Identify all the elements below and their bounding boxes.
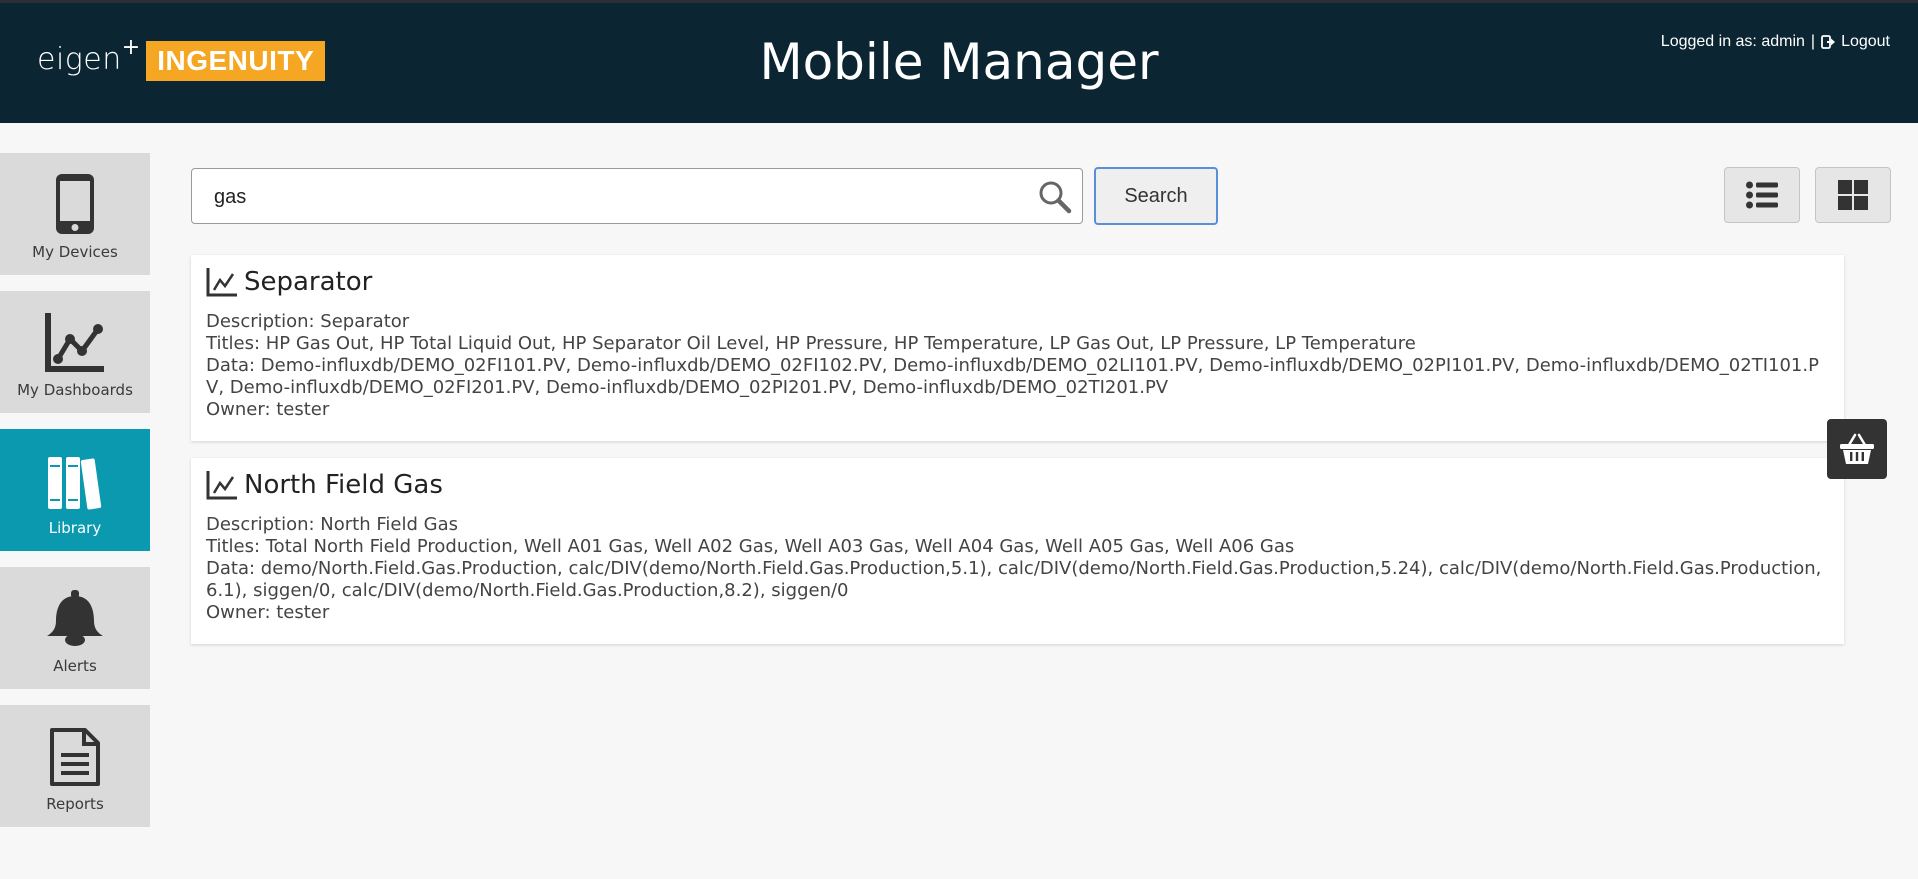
sidebar-nav: My Devices My Dashboards Library Alerts … [0,153,150,843]
sidebar-item-my-devices[interactable]: My Devices [0,153,150,275]
grid-view-button[interactable] [1815,167,1891,223]
list-icon [1746,181,1778,209]
basket-icon [1840,433,1874,464]
books-icon [46,455,104,511]
search-button[interactable]: Search [1094,167,1218,225]
bell-icon [44,589,106,649]
sidebar-item-label: Reports [46,795,104,813]
search-icon[interactable] [1038,180,1072,218]
logout-link[interactable]: Logout [1821,33,1890,51]
sidebar-item-alerts[interactable]: Alerts [0,567,150,689]
user-bar: Logged in as: admin | Logout [1661,33,1890,51]
line-chart-icon [206,471,237,500]
result-title-text: Separator [244,267,373,297]
result-description: Description: North Field Gas [206,514,458,535]
result-title[interactable]: Separator [206,267,1828,297]
result-title-text: North Field Gas [244,470,443,500]
search-input[interactable] [212,169,1016,225]
logged-in-text: Logged in as: admin [1660,33,1805,50]
result-description: Description: Separator [206,311,410,332]
search-box [191,168,1083,225]
sidebar-item-my-dashboards[interactable]: My Dashboards [0,291,150,413]
app-header: eigen + INGENUITY Mobile Manager Logged … [0,3,1918,123]
sidebar-item-label: Library [48,519,102,537]
line-chart-icon [44,311,106,373]
sidebar-item-label: Alerts [53,657,97,675]
logout-label: Logout [1841,33,1890,50]
result-card[interactable]: North Field Gas Description: North Field… [191,458,1844,644]
result-owner: Owner: tester [206,602,330,623]
result-title[interactable]: North Field Gas [206,470,1828,500]
logout-icon [1821,35,1836,49]
list-view-button[interactable] [1724,167,1800,223]
result-card[interactable]: Separator Description: Separator Titles:… [191,255,1844,441]
result-titles: Titles: HP Gas Out, HP Total Liquid Out,… [206,333,1416,354]
sidebar-item-library[interactable]: Library [0,429,150,551]
result-data: Data: Demo-influxdb/DEMO_02FI101.PV, Dem… [206,355,1819,398]
result-titles: Titles: Total North Field Production, We… [206,536,1295,557]
result-owner: Owner: tester [206,399,330,420]
basket-button[interactable] [1827,419,1887,479]
document-icon [49,727,101,787]
page-title: Mobile Manager [759,33,1159,91]
user-bar-separator: | [1810,33,1816,50]
sidebar-item-label: My Dashboards [17,381,133,399]
mobile-phone-icon [55,173,95,235]
grid-icon [1838,180,1868,210]
line-chart-icon [206,268,237,297]
result-data: Data: demo/North.Field.Gas.Production, c… [206,558,1822,601]
sidebar-item-reports[interactable]: Reports [0,705,150,827]
sidebar-item-label: My Devices [32,243,118,261]
